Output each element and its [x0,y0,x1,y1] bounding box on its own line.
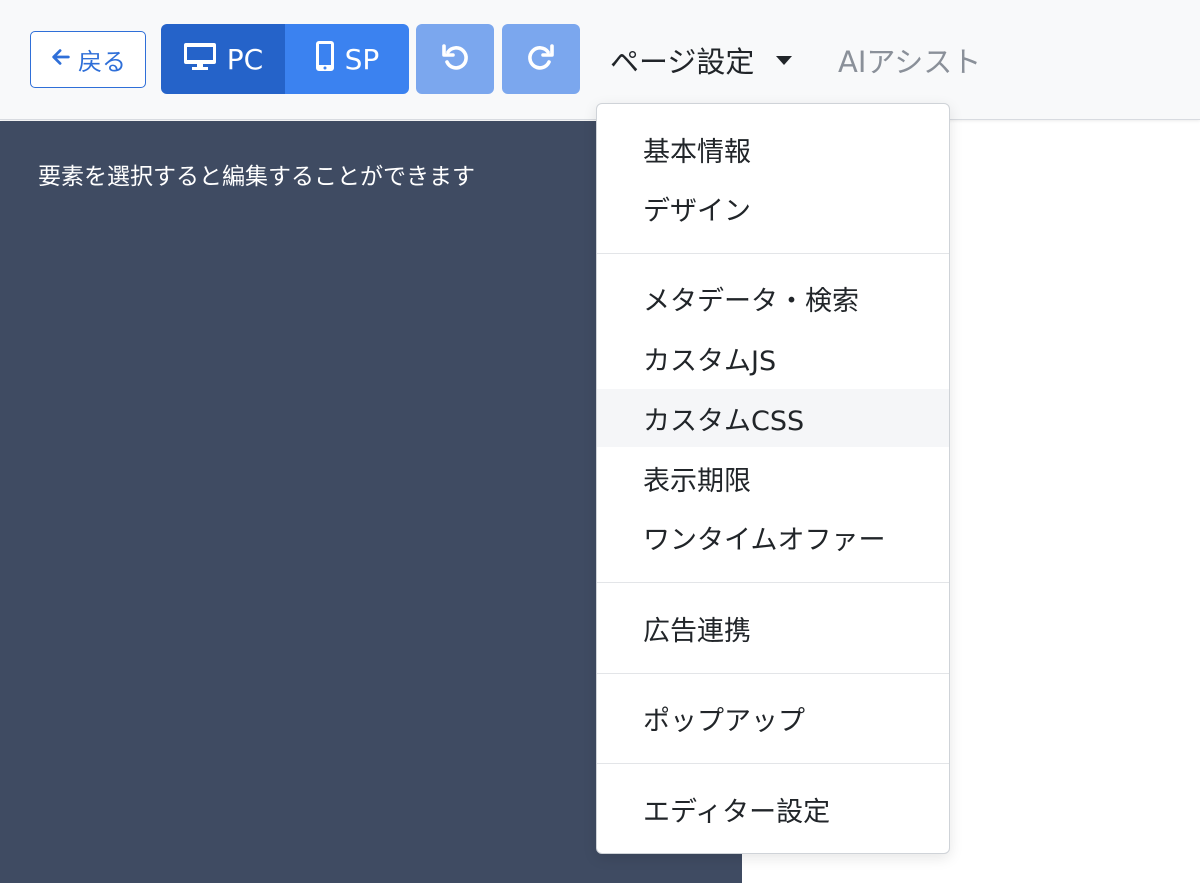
page-settings-dropdown: 基本情報 デザイン メタデータ・検索 カスタムJS カスタムCSS 表示期限 ワ… [596,103,950,854]
device-toggle: PC SP [161,24,409,94]
menu-item-basic-info[interactable]: 基本情報 [597,120,949,178]
menu-divider [597,253,949,254]
desktop-icon [183,41,217,78]
device-sp-label: SP [344,42,380,76]
page-settings-menu[interactable]: ページ設定 [610,36,793,84]
page-settings-label: ページ設定 [610,45,755,79]
device-sp-button[interactable]: SP [285,24,409,94]
redo-button[interactable] [502,24,580,94]
menu-item-popup[interactable]: ポップアップ [597,689,949,747]
menu-divider [597,673,949,674]
menu-item-one-time-offer[interactable]: ワンタイムオファー [597,508,949,566]
device-pc-button[interactable]: PC [161,24,285,94]
device-pc-label: PC [226,42,264,76]
redo-icon [526,42,556,76]
mobile-icon [315,40,335,79]
menu-item-ad-integration[interactable]: 広告連携 [597,599,949,657]
ai-assist-label: AIアシスト [838,45,982,79]
menu-item-metadata-search[interactable]: メタデータ・検索 [597,269,949,327]
menu-item-design[interactable]: デザイン [597,179,949,237]
editor-hint: 要素を選択すると編集することができます [38,164,475,190]
undo-icon [440,42,470,76]
editor-toolbar: 戻る PC SP ページ設定 AIアシスト [0,0,1200,120]
menu-divider [597,763,949,764]
menu-item-editor-settings[interactable]: エディター設定 [597,780,949,838]
ai-assist-button[interactable]: AIアシスト [838,36,981,84]
undo-button[interactable] [416,24,494,94]
caret-down-icon [776,55,793,65]
arrow-left-icon [50,46,72,74]
menu-item-custom-css[interactable]: カスタムCSS [597,389,949,447]
menu-divider [597,582,949,583]
back-button[interactable]: 戻る [30,31,146,88]
menu-item-display-deadline[interactable]: 表示期限 [597,449,949,507]
menu-item-custom-js[interactable]: カスタムJS [597,329,949,387]
back-button-label: 戻る [78,48,126,76]
